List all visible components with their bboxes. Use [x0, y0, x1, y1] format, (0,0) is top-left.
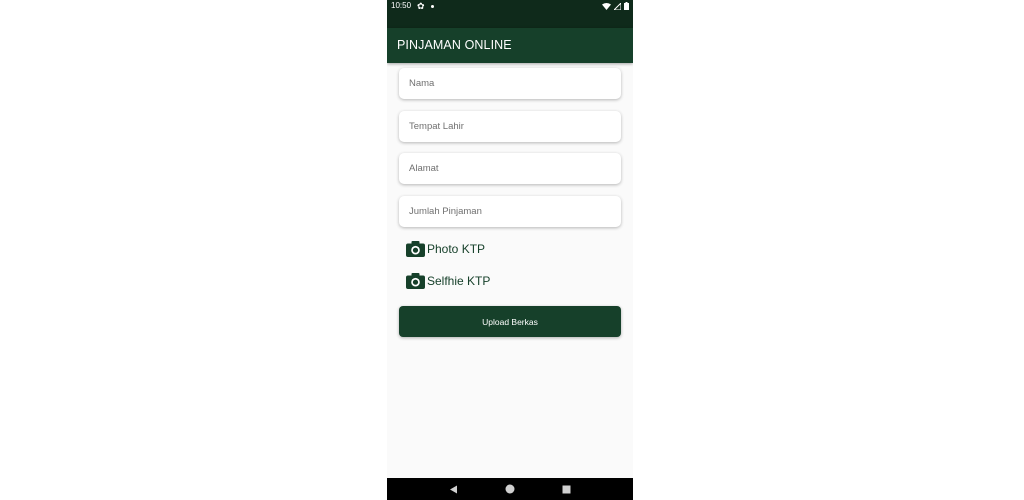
photo-ktp-button[interactable]: Photo KTP: [406, 240, 485, 258]
photo-ktp-label: Photo KTP: [427, 242, 486, 256]
selfie-ktp-label: Selfhie KTP: [427, 274, 491, 288]
back-button[interactable]: [443, 478, 463, 500]
tempat-lahir-input[interactable]: [399, 111, 621, 142]
alamat-input[interactable]: [399, 153, 621, 184]
system-nav-bar: [387, 478, 633, 500]
jumlah-pinjaman-input[interactable]: [399, 196, 621, 227]
signal-icon: [614, 2, 621, 10]
status-time: 10:50: [391, 1, 412, 10]
app-toolbar: PINJAMAN ONLINE: [387, 28, 633, 63]
page-title: PINJAMAN ONLINE: [397, 38, 512, 52]
wifi-icon: [602, 2, 611, 10]
nama-input[interactable]: [399, 68, 621, 99]
status-bar-extension: [387, 12, 633, 28]
selfie-ktp-button[interactable]: Selfhie KTP: [406, 272, 490, 290]
phone-screen: 10:50 ✿ PINJAMAN ONLINE Ph: [387, 0, 633, 500]
back-icon: [449, 485, 457, 493]
camera-icon: [406, 273, 425, 289]
gear-icon: ✿: [417, 1, 425, 11]
recents-button[interactable]: [557, 478, 577, 500]
camera-icon: [406, 241, 425, 257]
battery-icon: [624, 2, 629, 10]
home-button[interactable]: [500, 478, 520, 500]
notification-dot-icon: [430, 4, 434, 8]
recents-icon: [562, 485, 571, 493]
home-icon: [505, 484, 515, 494]
status-bar: 10:50 ✿: [387, 0, 633, 12]
upload-berkas-button[interactable]: Upload Berkas: [399, 306, 621, 337]
